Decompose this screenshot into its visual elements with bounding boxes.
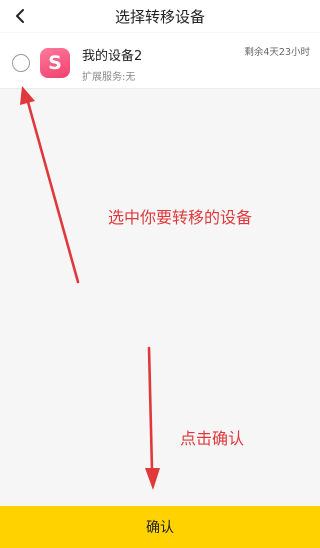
confirm-button[interactable]: 确认: [0, 506, 320, 548]
annotation-layer: 选中你要转移的设备 点击确认: [0, 0, 320, 548]
arrow-to-confirm: [145, 346, 160, 490]
transfer-device-page: 选择转移设备 S 我的设备2 扩展服务:无 剩余4天23小时 选中你要转移的设备…: [0, 0, 320, 548]
annotation-select-device: 选中你要转移的设备: [108, 208, 253, 227]
annotation-arrows: [20, 86, 160, 490]
annotation-click-confirm: 点击确认: [180, 429, 245, 448]
arrow-to-radio: [20, 86, 80, 284]
